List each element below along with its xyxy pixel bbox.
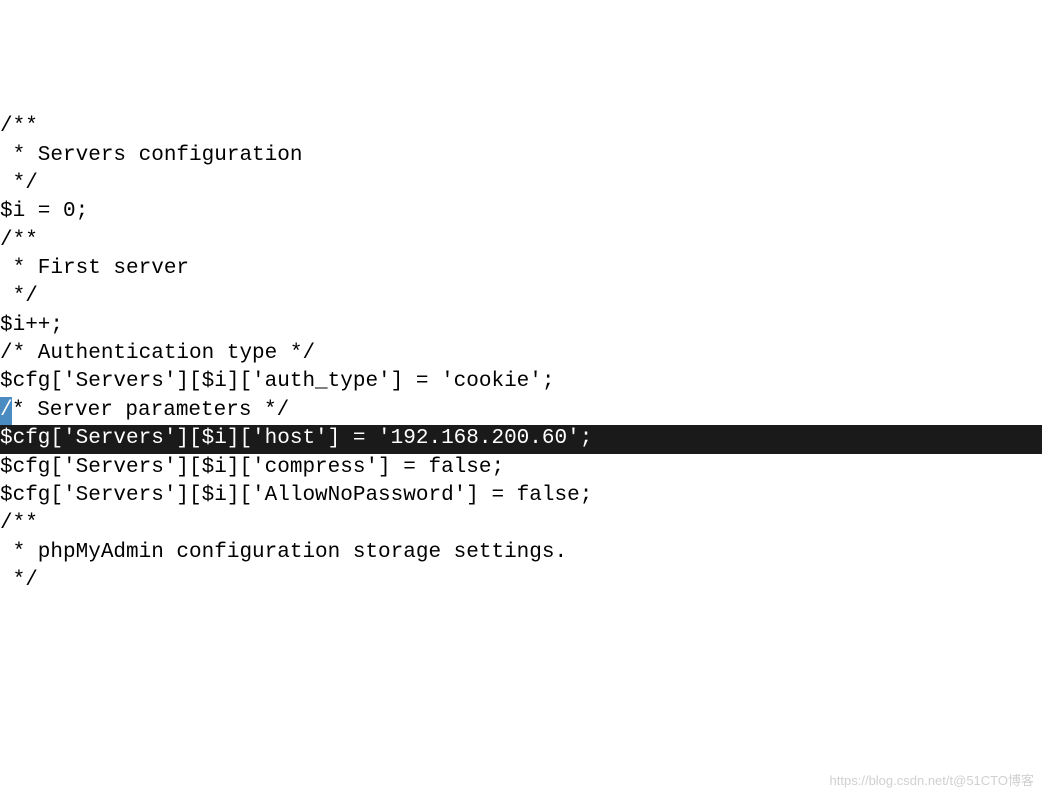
code-line: /** [0, 510, 1042, 538]
code-line: /** [0, 227, 1042, 255]
cursor-icon: / [0, 397, 12, 425]
code-block: /** * Servers configuration */$i = 0;/**… [0, 113, 1042, 595]
code-text: * Server parameters */ [12, 399, 289, 422]
code-line: */ [0, 567, 1042, 595]
code-line-with-cursor: /* Server parameters */ [0, 397, 1042, 425]
code-line: $i++; [0, 312, 1042, 340]
code-line-highlighted: $cfg['Servers'][$i]['host'] = '192.168.2… [0, 425, 1042, 453]
code-line: * Servers configuration [0, 142, 1042, 170]
code-line: /* Authentication type */ [0, 340, 1042, 368]
code-line: */ [0, 283, 1042, 311]
code-line: */ [0, 170, 1042, 198]
code-line: $cfg['Servers'][$i]['AllowNoPassword'] =… [0, 482, 1042, 510]
code-line: $i = 0; [0, 198, 1042, 226]
code-line: /** [0, 113, 1042, 141]
code-line: * phpMyAdmin configuration storage setti… [0, 539, 1042, 567]
watermark-text: https://blog.csdn.net/t@51CTO博客 [830, 772, 1034, 790]
code-line: $cfg['Servers'][$i]['compress'] = false; [0, 454, 1042, 482]
code-line: $cfg['Servers'][$i]['auth_type'] = 'cook… [0, 368, 1042, 396]
code-line: * First server [0, 255, 1042, 283]
